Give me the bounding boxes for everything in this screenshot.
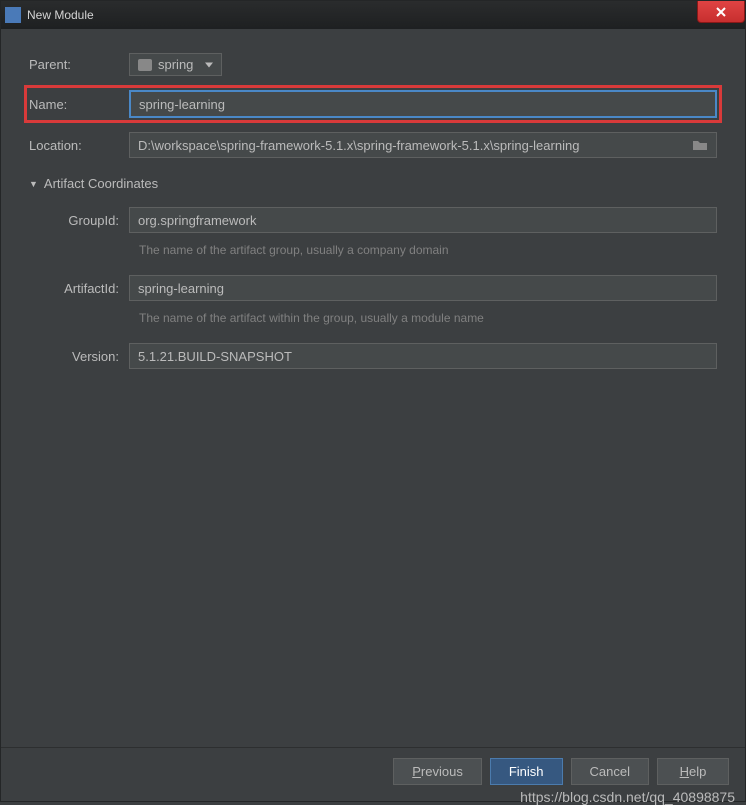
artifactid-label: ArtifactId: <box>49 281 129 296</box>
titlebar: New Module <box>1 1 745 29</box>
previous-label-rest: revious <box>421 764 463 779</box>
browse-folder-icon[interactable] <box>692 138 708 152</box>
location-value: D:\workspace\spring-framework-5.1.x\spri… <box>138 138 579 153</box>
artifactid-row: ArtifactId: <box>29 275 717 301</box>
previous-button[interactable]: Previous <box>393 758 482 785</box>
content-area: Parent: spring Name: Location: D:\worksp… <box>1 29 745 747</box>
close-button[interactable] <box>697 1 745 23</box>
app-icon <box>5 7 21 23</box>
location-row: Location: D:\workspace\spring-framework-… <box>29 132 717 158</box>
finish-button[interactable]: Finish <box>490 758 563 785</box>
spring-icon <box>138 59 152 71</box>
name-row: Name: <box>29 90 717 118</box>
name-row-highlight: Name: <box>24 85 722 123</box>
artifactid-hint: The name of the artifact within the grou… <box>139 311 717 325</box>
close-icon <box>715 6 727 18</box>
version-label: Version: <box>49 349 129 364</box>
version-row: Version: <box>29 343 717 369</box>
groupid-input[interactable] <box>129 207 717 233</box>
groupid-hint: The name of the artifact group, usually … <box>139 243 717 257</box>
artifact-coordinates-header[interactable]: Artifact Coordinates <box>29 176 717 191</box>
parent-label: Parent: <box>29 57 129 72</box>
footer: Previous Finish Cancel Help https://blog… <box>1 747 745 801</box>
location-input[interactable]: D:\workspace\spring-framework-5.1.x\spri… <box>129 132 717 158</box>
dialog-window: New Module Parent: spring Name: Location… <box>0 0 746 802</box>
artifact-header-label: Artifact Coordinates <box>44 176 158 191</box>
groupid-row: GroupId: <box>29 207 717 233</box>
help-label-rest: elp <box>689 764 706 779</box>
parent-value: spring <box>158 57 193 72</box>
name-label: Name: <box>29 97 129 112</box>
artifactid-input[interactable] <box>129 275 717 301</box>
parent-row: Parent: spring <box>29 53 717 76</box>
parent-dropdown[interactable]: spring <box>129 53 222 76</box>
groupid-label: GroupId: <box>49 213 129 228</box>
version-input[interactable] <box>129 343 717 369</box>
watermark: https://blog.csdn.net/qq_40898875 <box>520 789 735 805</box>
window-title: New Module <box>27 8 94 22</box>
cancel-button[interactable]: Cancel <box>571 758 649 785</box>
artifact-coordinates-section: Artifact Coordinates GroupId: The name o… <box>29 176 717 369</box>
name-input[interactable] <box>129 90 717 118</box>
location-label: Location: <box>29 138 129 153</box>
help-button[interactable]: Help <box>657 758 729 785</box>
